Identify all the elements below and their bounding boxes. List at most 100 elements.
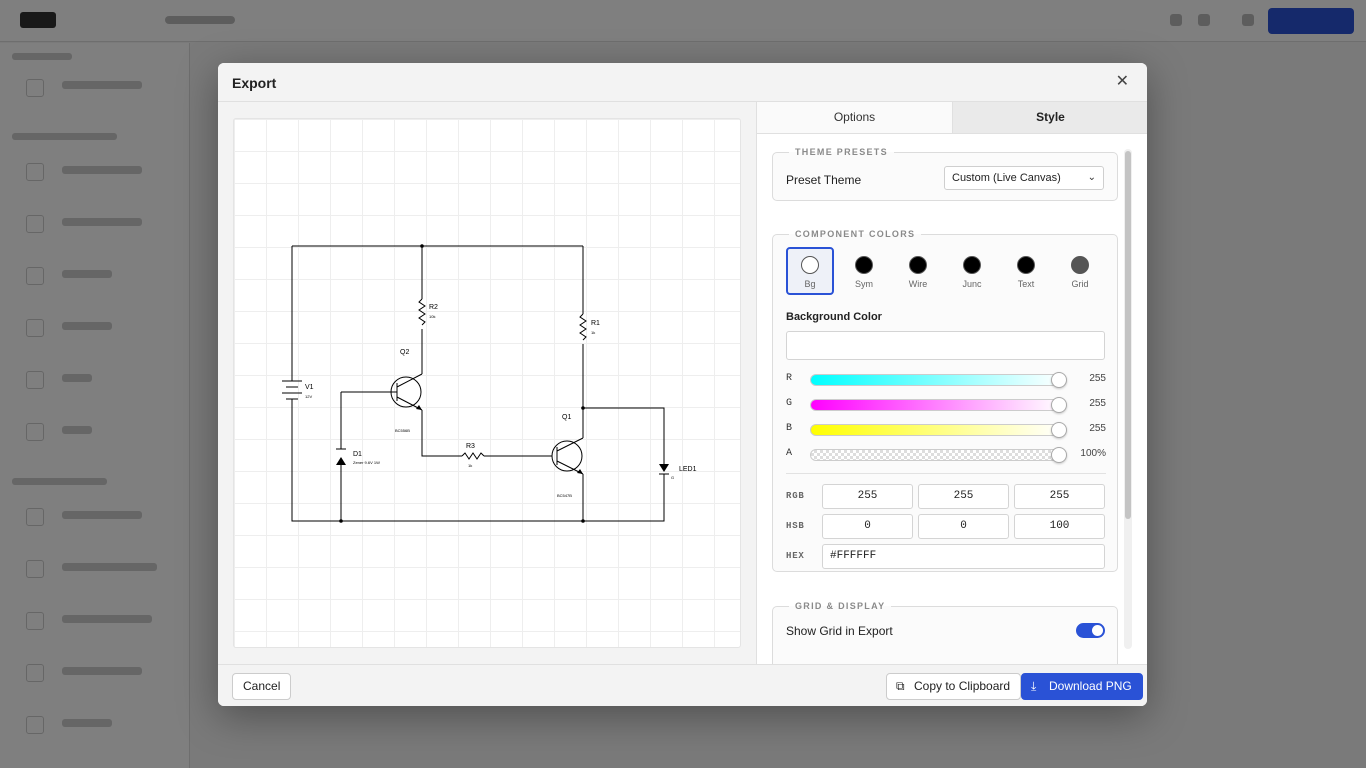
hsb-b-input[interactable]: 100 (1014, 514, 1105, 539)
download-icon: ⤓ (1031, 679, 1037, 693)
copy-button-label: Copy to Clipboard (914, 679, 1011, 693)
slider-green-value: 255 (1089, 398, 1106, 409)
slider-green-track[interactable] (810, 397, 1067, 413)
rgb-row: RGB 255 255 255 (786, 484, 1106, 509)
export-dialog: Export ✕ V1 12V R2 10k R1 1k Q2 BC556B Q… (218, 63, 1147, 706)
hsb-label: HSB (786, 521, 805, 531)
rgb-label: RGB (786, 491, 805, 501)
battery-v1-symbol (282, 380, 302, 400)
slider-alpha[interactable]: A 100% (786, 447, 1106, 463)
swatch-junc-color (963, 256, 981, 274)
label-v1: V1 (305, 384, 314, 391)
style-settings-scroll[interactable]: THEME PRESETS Preset Theme Custom (Live … (757, 134, 1147, 664)
value-led1: G (671, 475, 674, 480)
wire (582, 407, 665, 464)
swatch-sym[interactable]: Sym (840, 247, 888, 295)
resistor-r3-symbol (461, 452, 485, 460)
close-icon[interactable]: ✕ (1116, 73, 1129, 91)
swatch-bg-label: Bg (804, 279, 816, 289)
download-button-label: Download PNG (1049, 679, 1132, 693)
swatch-grid-label: Grid (1071, 279, 1089, 289)
swatch-bg[interactable]: Bg (786, 247, 834, 295)
preset-theme-select[interactable]: Custom (Live Canvas) ⌄ (944, 166, 1104, 190)
hex-input[interactable]: #FFFFFF (822, 544, 1105, 569)
swatch-text-label: Text (1017, 279, 1035, 289)
slider-blue-value: 255 (1089, 423, 1106, 434)
value-r3: 1k (468, 463, 472, 468)
label-r3: R3 (466, 443, 475, 450)
slider-green[interactable]: G 255 (786, 397, 1106, 413)
label-d1: D1 (353, 451, 362, 458)
theme-presets-group: THEME PRESETS Preset Theme Custom (Live … (772, 147, 1118, 201)
swatch-grid-color (1071, 256, 1089, 274)
scrollbar-thumb[interactable] (1125, 151, 1131, 519)
swatch-junc-label: Junc (962, 279, 982, 289)
download-png-button[interactable]: ⤓ Download PNG (1021, 673, 1143, 700)
junction-dot (339, 519, 343, 523)
copy-to-clipboard-button[interactable]: ⧉ Copy to Clipboard (886, 673, 1022, 700)
circuit-schematic: V1 12V R2 10k R1 1k Q2 BC556B Q1 BC547B … (282, 244, 697, 523)
slider-blue[interactable]: B 255 (786, 422, 1106, 438)
swatch-wire[interactable]: Wire (894, 247, 942, 295)
tab-options[interactable]: Options (757, 102, 952, 133)
preset-theme-label: Preset Theme (786, 173, 862, 187)
zener-d1-symbol (336, 457, 346, 465)
resistor-r2-symbol (418, 298, 426, 326)
slider-blue-thumb[interactable] (1051, 422, 1067, 438)
slider-alpha-thumb[interactable] (1051, 447, 1067, 463)
led1-symbol (659, 464, 669, 472)
editing-color-label: Background Color (786, 311, 882, 323)
label-q2: Q2 (400, 349, 409, 356)
rgb-r-input[interactable]: 255 (822, 484, 913, 509)
swatch-wire-color (909, 256, 927, 274)
junction-dot (420, 244, 424, 248)
cancel-button[interactable]: Cancel (232, 673, 292, 700)
slider-red-thumb[interactable] (1051, 372, 1067, 388)
value-r2: 10k (429, 314, 435, 319)
slider-alpha-value: 100% (1080, 448, 1106, 459)
preset-theme-value: Custom (Live Canvas) (952, 172, 1061, 184)
swatch-text-color (1017, 256, 1035, 274)
value-d1: Zener 9.6V 1W (353, 460, 380, 465)
dialog-footer: Cancel ⧉ Copy to Clipboard ⤓ Download PN… (218, 664, 1147, 706)
component-colors-legend: COMPONENT COLORS (795, 229, 916, 239)
copy-icon: ⧉ (896, 679, 905, 693)
show-grid-label: Show Grid in Export (786, 624, 893, 638)
swatch-bg-color (801, 256, 819, 274)
junction-dot (581, 406, 585, 410)
swatch-grid[interactable]: Grid (1056, 247, 1104, 295)
slider-red-label: R (786, 373, 793, 384)
label-led1: LED1 (679, 466, 697, 473)
toggle-knob (1092, 625, 1103, 636)
show-grid-toggle[interactable] (1076, 623, 1105, 638)
swatch-text[interactable]: Text (1002, 247, 1050, 295)
slider-blue-label: B (786, 423, 793, 434)
theme-presets-legend: THEME PRESETS (795, 147, 888, 157)
wire (421, 410, 462, 457)
slider-green-label: G (786, 398, 793, 409)
component-colors-group: COMPONENT COLORS Bg Sym Wire Junc Text G… (772, 229, 1118, 572)
slider-alpha-track[interactable] (810, 447, 1067, 463)
scrollbar[interactable] (1124, 149, 1132, 649)
label-r2: R2 (429, 304, 438, 311)
hsb-h-input[interactable]: 0 (822, 514, 913, 539)
rgb-g-input[interactable]: 255 (918, 484, 1009, 509)
label-q1: Q1 (562, 414, 571, 421)
export-settings-pane: Options Style THEME PRESETS Preset Theme… (756, 102, 1147, 664)
slider-red[interactable]: R 255 (786, 372, 1106, 388)
slider-blue-track[interactable] (810, 422, 1067, 438)
rgb-b-input[interactable]: 255 (1014, 484, 1105, 509)
slider-green-thumb[interactable] (1051, 397, 1067, 413)
swatch-junc[interactable]: Junc (948, 247, 996, 295)
junction-dot (581, 519, 585, 523)
slider-red-track[interactable] (810, 372, 1067, 388)
hex-row: HEX #FFFFFF (786, 544, 1106, 569)
hex-label: HEX (786, 551, 805, 561)
value-q2: BC556B (395, 428, 410, 433)
export-preview-pane: V1 12V R2 10k R1 1k Q2 BC556B Q1 BC547B … (218, 102, 756, 664)
label-r1: R1 (591, 320, 600, 327)
hsb-s-input[interactable]: 0 (918, 514, 1009, 539)
tab-style[interactable]: Style (952, 102, 1147, 133)
grid-display-legend: GRID & DISPLAY (795, 601, 886, 611)
color-preview-box (786, 331, 1105, 360)
